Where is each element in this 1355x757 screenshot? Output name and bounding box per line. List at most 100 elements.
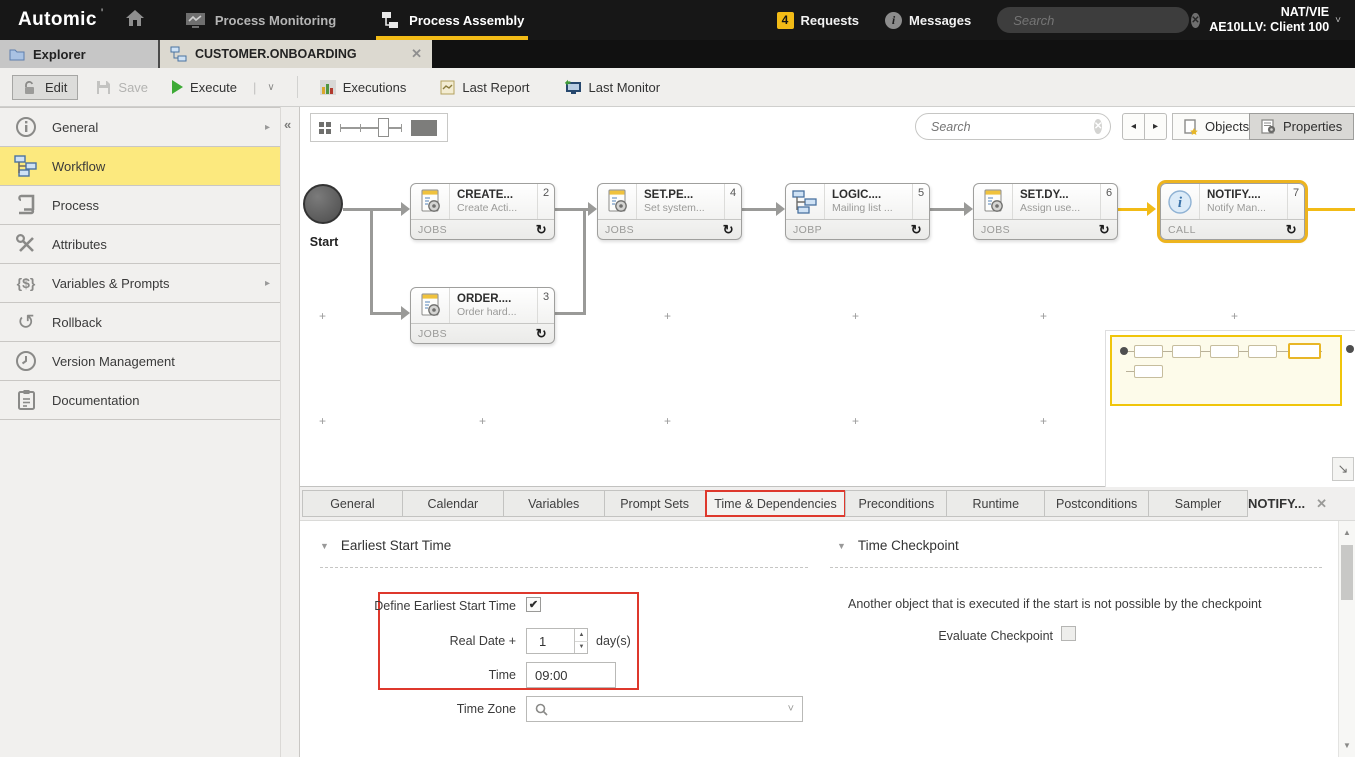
time-input[interactable] (526, 662, 616, 688)
tab-prompt-sets[interactable]: Prompt Sets (604, 490, 706, 517)
workflow-canvas[interactable]: ✕ ◂ ▸ Objects Properties + (300, 107, 1355, 487)
connector-arrow-icon (401, 202, 410, 216)
minimap-viewport[interactable] (1110, 335, 1342, 406)
objects-button[interactable]: Objects (1172, 113, 1261, 140)
workflow-node-create[interactable]: CREATE...Create Acti... 2 JOBS↻ (410, 183, 555, 240)
connector (742, 208, 776, 211)
grid-view-icon[interactable] (319, 122, 331, 134)
messages-link[interactable]: Messages (909, 13, 971, 28)
zoom-slider-handle[interactable] (378, 118, 389, 137)
node-order-number: 3 (538, 288, 554, 323)
canvas-search-input[interactable] (931, 120, 1094, 134)
scroll-down-icon[interactable]: ▼ (1339, 741, 1355, 750)
node-type-label: JOBS (981, 224, 1010, 236)
document-tab-row: Explorer CUSTOMER.ONBOARDING ✕ (0, 40, 1355, 68)
sidebar-item-general[interactable]: General ▸ (0, 108, 280, 147)
workflow-node-setdy[interactable]: SET.DY...Assign use... 6 JOBS↻ (973, 183, 1118, 240)
tab-process-assembly[interactable]: Process Assembly (376, 0, 528, 40)
last-report-button[interactable]: Last Report (440, 80, 529, 95)
workflow-node-notify-selected[interactable]: i NOTIFY....Notify Man... 7 CALL↻ (1160, 183, 1305, 240)
info-icon (13, 116, 39, 138)
scroll-up-icon[interactable]: ▲ (1339, 528, 1355, 537)
earliest-start-time-section-header[interactable]: ▼ Earliest Start Time (320, 538, 451, 553)
close-icon[interactable]: ✕ (1316, 496, 1327, 512)
minimap[interactable]: ↘ (1105, 330, 1355, 487)
sidebar-item-workflow[interactable]: Workflow (0, 147, 280, 186)
zoom-control (310, 113, 448, 142)
save-button[interactable]: Save (96, 80, 148, 95)
properties-button[interactable]: Properties (1249, 113, 1354, 140)
play-icon (172, 80, 183, 94)
panel-scrollbar[interactable]: ▲ ▼ (1338, 521, 1355, 757)
object-properties-tab[interactable]: NOTIFY... ✕ (1248, 496, 1327, 512)
sidebar-item-documentation[interactable]: Documentation (0, 381, 280, 420)
tab-general[interactable]: General (302, 490, 403, 517)
tab-time-dependencies[interactable]: Time & Dependencies (705, 490, 847, 517)
collapse-sidebar-icon[interactable]: « (284, 117, 291, 132)
sidebar-item-attributes[interactable]: Attributes (0, 225, 280, 264)
collapse-triangle-icon[interactable]: ▼ (320, 541, 329, 551)
job-icon (411, 288, 449, 323)
tab-explorer[interactable]: Explorer (0, 40, 160, 68)
search-clear-icon[interactable]: ✕ (1094, 119, 1102, 134)
collapse-triangle-icon[interactable]: ▼ (837, 541, 846, 551)
node-order-number: 6 (1101, 184, 1117, 219)
last-monitor-button[interactable]: Last Monitor (564, 79, 661, 95)
node-order-number: 7 (1288, 184, 1304, 219)
tab-process-monitoring[interactable]: Process Monitoring (181, 0, 340, 40)
tab-variables[interactable]: Variables (503, 490, 605, 517)
tab-preconditions[interactable]: Preconditions (845, 490, 947, 517)
sidebar-item-version-management[interactable]: Version Management (0, 342, 280, 381)
workflow-icon (170, 46, 187, 62)
clipboard-icon (13, 389, 39, 411)
evaluate-checkpoint-checkbox[interactable] (1061, 626, 1076, 641)
tab-calendar[interactable]: Calendar (402, 490, 504, 517)
chevron-down-icon[interactable]: ˅ (788, 703, 794, 715)
tab-customer-onboarding[interactable]: CUSTOMER.ONBOARDING ✕ (160, 40, 432, 68)
workflow-icon (13, 155, 39, 177)
zoom-fit-icon[interactable] (411, 120, 437, 136)
global-search-input[interactable] (1013, 13, 1191, 28)
time-zone-combobox[interactable]: ˅ (526, 696, 803, 722)
time-checkpoint-description: Another object that is executed if the s… (848, 597, 1338, 611)
node-order-number: 4 (725, 184, 741, 219)
define-earliest-start-time-checkbox[interactable] (526, 597, 541, 612)
rerun-icon: ↻ (536, 223, 547, 236)
execute-dropdown-icon[interactable]: ∨ (267, 82, 274, 93)
executions-button[interactable]: Executions (320, 80, 407, 95)
days-label: day(s) (596, 634, 656, 648)
requests-link[interactable]: Requests (801, 13, 860, 28)
sidebar-item-process[interactable]: Process (0, 186, 280, 225)
workflow-node-setpe[interactable]: SET.PE...Set system... 4 JOBS↻ (597, 183, 742, 240)
global-search[interactable]: ✕ (997, 7, 1189, 33)
workflow-node-order[interactable]: ORDER....Order hard... 3 JOBS↻ (410, 287, 555, 344)
home-icon[interactable] (125, 9, 145, 32)
search-clear-icon[interactable]: ✕ (1191, 13, 1199, 28)
canvas-search[interactable]: ✕ (915, 113, 1111, 140)
tab-runtime[interactable]: Runtime (946, 490, 1045, 517)
connector (930, 208, 964, 211)
workflow-node-logic[interactable]: LOGIC....Mailing list ... 5 JOBP↻ (785, 183, 930, 240)
account-chevron-icon[interactable]: ˅ (1335, 15, 1341, 26)
properties-panel: General Calendar Variables Prompt Sets T… (300, 487, 1355, 757)
tab-postconditions[interactable]: Postconditions (1044, 490, 1149, 517)
minimap-resize-icon[interactable]: ↘ (1332, 457, 1354, 481)
sidebar-item-rollback[interactable]: ↺ Rollback (0, 303, 280, 342)
next-result-button[interactable]: ▸ (1144, 113, 1167, 140)
sidebar-item-variables-prompts[interactable]: {$} Variables & Prompts ▸ (0, 264, 280, 303)
requests-count-badge: 4 (777, 12, 794, 29)
close-icon[interactable]: ✕ (411, 46, 422, 62)
rerun-icon: ↻ (723, 223, 734, 236)
time-checkpoint-section-header[interactable]: ▼ Time Checkpoint (837, 538, 959, 553)
real-date-spinner[interactable]: ▲▼ (574, 629, 588, 653)
zoom-slider[interactable] (340, 118, 402, 137)
node-order-number: 5 (913, 184, 929, 219)
connector (555, 312, 586, 315)
start-node[interactable] (303, 184, 343, 224)
edit-button[interactable]: Edit (12, 75, 78, 100)
prev-result-button[interactable]: ◂ (1122, 113, 1145, 140)
account-info[interactable]: NAT/VIE AE10LLV: Client 100 (1209, 5, 1329, 35)
tab-sampler[interactable]: Sampler (1148, 490, 1248, 517)
scrollbar-thumb[interactable] (1341, 545, 1353, 600)
execute-button[interactable]: Execute | ∨ (172, 80, 275, 95)
